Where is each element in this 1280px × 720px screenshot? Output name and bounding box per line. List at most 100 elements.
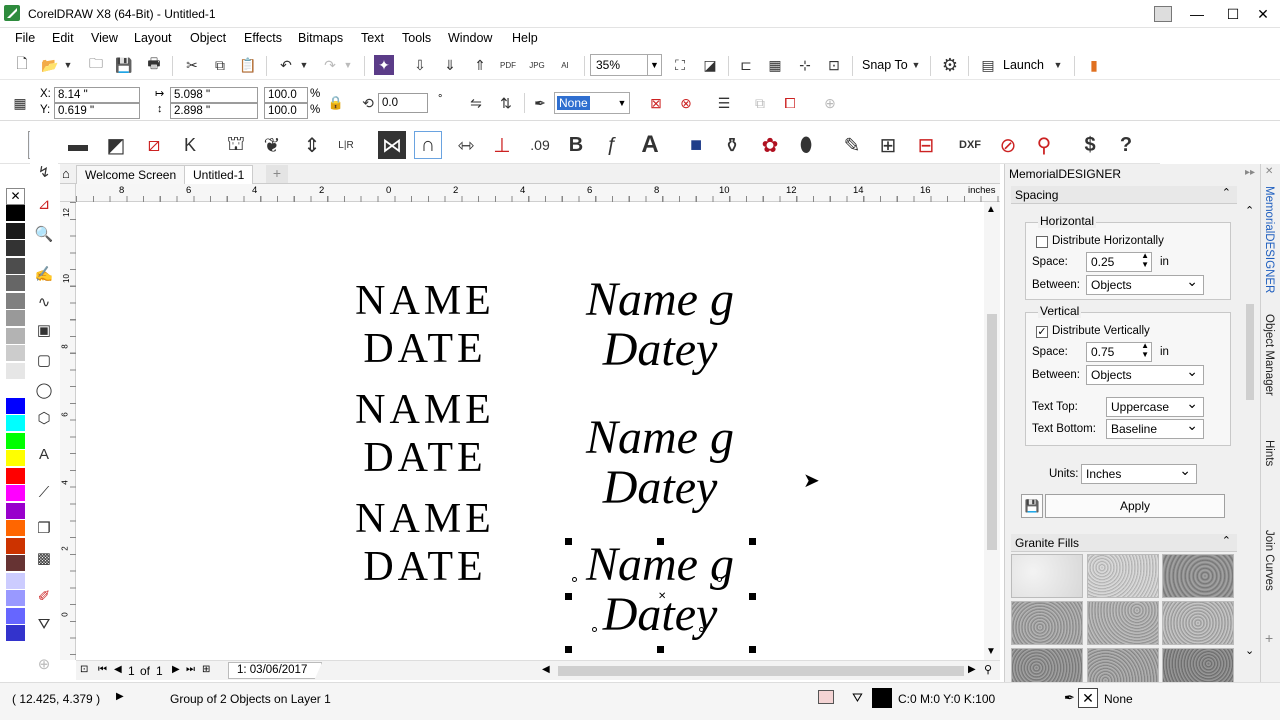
tab-untitled-1[interactable]: Untitled-1 <box>184 165 254 184</box>
blue-square-icon[interactable]: ■ <box>682 131 710 159</box>
rectangle-tool-icon[interactable]: ▣ <box>32 318 56 342</box>
color-swatch[interactable] <box>6 432 25 450</box>
color-swatch[interactable] <box>6 415 25 432</box>
collapse-chevron-icon[interactable]: ⌃ <box>1222 186 1231 199</box>
launch-dropdown-icon[interactable]: ▼ <box>1052 55 1064 75</box>
save-preset-icon[interactable]: 💾 <box>1021 494 1043 518</box>
horizontal-arrows-icon[interactable]: ⇿ <box>452 131 480 159</box>
help-icon[interactable]: ? <box>1112 131 1140 159</box>
selection-handle-bottom[interactable] <box>657 646 664 653</box>
vertical-ruler[interactable]: 12 10 8 6 4 2 0 <box>60 202 76 660</box>
add-page-icon[interactable]: ⊞ <box>202 664 210 675</box>
caps-text-group-1[interactable]: NAME DATE <box>355 277 495 373</box>
import-icon-2[interactable]: ⇓ <box>440 55 460 75</box>
granite-texture[interactable] <box>1011 601 1083 645</box>
zoom-object-icon[interactable]: ⚲ <box>1030 131 1058 159</box>
options-gear-icon[interactable]: ⚙ <box>940 55 960 75</box>
menu-object[interactable]: Object <box>190 31 226 45</box>
scroll-left-icon[interactable]: ◀ <box>542 664 550 675</box>
open-icon[interactable]: 📂 <box>40 55 60 75</box>
horizontal-scroll-thumb[interactable] <box>558 666 964 676</box>
decimal-icon[interactable]: .09 <box>526 131 554 159</box>
side-tab-join-curves[interactable]: Join Curves <box>1263 530 1275 591</box>
scroll-right-icon[interactable]: ▶ <box>968 664 976 675</box>
page-tab[interactable]: 1: 03/06/2017 <box>228 662 323 679</box>
crop-tool-icon[interactable]: ⊿ <box>32 192 56 216</box>
text-tool-icon[interactable]: A <box>32 442 56 466</box>
spacing-panel-header[interactable]: Spacing ⌃ <box>1011 186 1237 204</box>
first-page-icon[interactable]: ⊡ <box>80 664 88 675</box>
dxf-icon[interactable]: DXF <box>956 131 984 159</box>
new-tab-button[interactable]: + <box>266 165 288 183</box>
selection-handle-bottom-right[interactable] <box>749 646 756 653</box>
granite-fills-header[interactable]: Granite Fills ⌃ <box>1011 534 1237 552</box>
color-swatch[interactable] <box>6 397 25 415</box>
granite-texture[interactable] <box>1087 601 1159 645</box>
scroll-thumb[interactable] <box>987 314 997 550</box>
side-tab-memorial-designer[interactable]: MemorialDESIGNER <box>1263 186 1275 293</box>
color-swatch[interactable] <box>6 310 25 327</box>
menu-effects[interactable]: Effects <box>244 31 282 45</box>
close-button[interactable]: ✕ <box>1246 0 1280 28</box>
color-swatch[interactable] <box>6 537 25 555</box>
tombstone-icon[interactable]: ⛫ <box>222 131 250 159</box>
outline-color-swatch[interactable]: ✕ <box>1078 688 1098 708</box>
rectangle-icon[interactable]: ▢ <box>32 348 56 372</box>
distribute-vertically-checkbox[interactable]: ✓ <box>1036 326 1048 338</box>
granite-texture[interactable] <box>1162 601 1234 645</box>
distribute-horizontally-checkbox[interactable] <box>1036 236 1048 248</box>
import-icon[interactable]: ⇩ <box>410 55 430 75</box>
publish-pdf-icon[interactable]: PDF <box>498 55 518 75</box>
rectangle-fill-icon[interactable]: ▬ <box>64 131 92 159</box>
addon-icon[interactable]: ▮ <box>1084 55 1104 75</box>
side-tab-object-manager[interactable]: Object Manager <box>1263 314 1275 396</box>
color-swatch[interactable] <box>6 327 25 345</box>
scale-x-field[interactable]: 100.0 <box>264 87 308 103</box>
spinner-icon[interactable]: ▲ ▼ <box>1141 341 1149 359</box>
width-field[interactable]: 5.098 " <box>170 87 258 103</box>
eyedropper-tool-icon[interactable]: ✐ <box>32 584 56 608</box>
menu-file[interactable]: File <box>15 31 35 45</box>
shadow-tool-icon[interactable]: ❐ <box>32 516 56 540</box>
next-page-icon[interactable]: ▶ <box>172 664 180 675</box>
freehand-tool-icon[interactable]: ✍ <box>32 262 56 286</box>
dollar-icon[interactable]: $ <box>1076 131 1104 159</box>
color-swatch[interactable] <box>6 380 25 397</box>
wireframe-icon[interactable]: ◪ <box>700 55 720 75</box>
snap-to-button[interactable]: Snap To <box>862 58 908 72</box>
mixed-text-group-3[interactable]: Name g Datey <box>565 540 755 640</box>
text-icon[interactable]: A <box>636 131 664 159</box>
mirror-vertical-icon[interactable]: ⇅ <box>496 93 516 113</box>
break-apart-icon[interactable]: ⊠ <box>646 93 666 113</box>
selection-handle-bottom-left[interactable] <box>565 646 572 653</box>
tangent-icon[interactable]: ∩ <box>414 131 442 159</box>
polygon-tool-icon[interactable]: ⬡ <box>32 406 56 430</box>
align-bottom-icon[interactable]: ⊥ <box>488 131 516 159</box>
redo-dropdown-icon[interactable]: ▼ <box>342 55 354 75</box>
color-swatch[interactable] <box>6 467 25 485</box>
units-select[interactable]: Inches <box>1081 462 1197 484</box>
undo-dropdown-icon[interactable]: ▼ <box>298 55 310 75</box>
launch-icon[interactable]: ▤ <box>978 55 998 75</box>
paste-icon[interactable]: 📋 <box>238 55 258 75</box>
mixed-text-group-2[interactable]: Name g Datey <box>565 413 755 513</box>
add-docker-icon[interactable]: + <box>1265 630 1273 646</box>
horizontal-ruler[interactable]: 8 6 4 2 0 2 4 6 8 10 12 14 16 inches <box>76 184 1000 202</box>
menu-view[interactable]: View <box>91 31 118 45</box>
color-swatch[interactable] <box>6 625 25 642</box>
menu-bitmaps[interactable]: Bitmaps <box>298 31 343 45</box>
selection-handle-top[interactable] <box>657 538 664 545</box>
color-swatch[interactable] <box>6 222 25 240</box>
rotation-field[interactable]: 0.0 <box>378 93 428 113</box>
heart-icon[interactable]: ❦ <box>258 131 286 159</box>
selection-handle-top-left[interactable] <box>565 538 572 545</box>
connector-tool-icon[interactable]: ⟋ <box>32 480 56 504</box>
y-position-field[interactable]: 0.619 " <box>54 103 140 119</box>
last-page-icon[interactable]: ⏭ <box>186 664 195 675</box>
transparency-tool-icon[interactable]: ▩ <box>32 546 56 570</box>
granite-texture[interactable] <box>1162 648 1234 682</box>
text-top-select[interactable]: Uppercase <box>1106 395 1204 417</box>
export-icon[interactable]: ⇑ <box>470 55 490 75</box>
color-swatch[interactable] <box>6 450 25 467</box>
text-wrap-icon[interactable]: ☰ <box>714 93 734 113</box>
